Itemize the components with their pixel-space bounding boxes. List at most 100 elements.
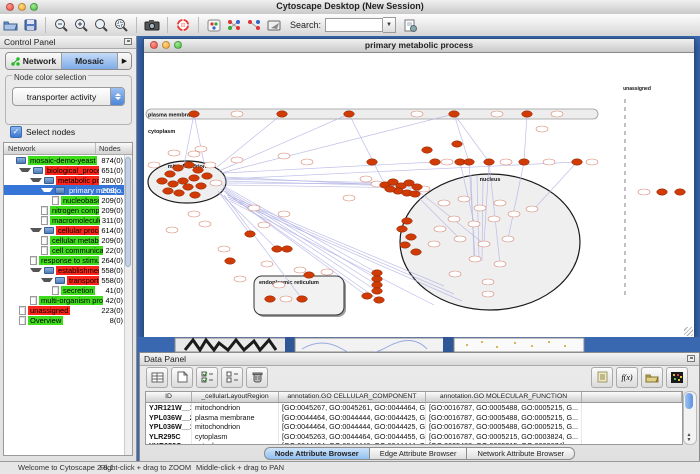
tab-mosaic[interactable]: Mosaic — [61, 53, 117, 69]
network-node[interactable] — [422, 147, 433, 153]
select-attributes-icon[interactable] — [196, 367, 218, 388]
node-label-pill[interactable] — [494, 200, 506, 206]
node-label-pill[interactable] — [261, 261, 273, 267]
node-label-pill[interactable] — [258, 222, 270, 228]
network-node[interactable] — [362, 293, 373, 299]
network-node[interactable] — [452, 141, 463, 147]
tree-row[interactable]: response to stimulu264(0) — [4, 255, 125, 265]
network-node[interactable] — [449, 111, 460, 117]
network-node[interactable] — [183, 184, 194, 190]
node-label-pill[interactable] — [248, 205, 260, 211]
network-node[interactable] — [297, 296, 308, 302]
tab-network-attribute-browser[interactable]: Network Attribute Browser — [467, 447, 575, 460]
network-node[interactable] — [277, 111, 288, 117]
network-node[interactable] — [657, 189, 668, 195]
node-label-pill[interactable] — [273, 282, 285, 288]
search-config-icon[interactable] — [400, 16, 420, 34]
search-input[interactable] — [325, 18, 383, 32]
table-scrollbar[interactable]: ▲▼ — [683, 391, 697, 445]
network-node[interactable] — [304, 272, 315, 278]
table-cell[interactable]: YKR052C — [146, 441, 192, 445]
node-label-pill[interactable] — [278, 211, 290, 217]
node-label-pill[interactable] — [166, 227, 178, 233]
node-label-pill[interactable] — [482, 291, 494, 297]
node-label-pill[interactable] — [536, 126, 548, 132]
node-label-pill[interactable] — [278, 153, 290, 159]
tree-header-network[interactable]: Network — [4, 143, 96, 154]
float-panel-icon[interactable] — [687, 355, 695, 362]
network-node[interactable] — [411, 249, 422, 255]
node-label-pill[interactable] — [210, 180, 222, 186]
select-nodes-checkbox[interactable]: ✓ — [10, 126, 22, 138]
node-label-pill[interactable] — [586, 159, 598, 165]
unselect-attributes-icon[interactable] — [221, 367, 243, 388]
attribute-batch-icon[interactable] — [591, 367, 613, 388]
table-cell[interactable]: YPL036W__1 — [146, 422, 192, 432]
table-cell[interactable]: YLR295C — [146, 432, 192, 442]
network-node[interactable] — [374, 297, 385, 303]
network-node[interactable] — [174, 190, 185, 196]
tab-overflow-arrow[interactable]: ▶ — [117, 53, 131, 69]
network-node[interactable] — [193, 167, 204, 173]
float-panel-icon[interactable] — [124, 38, 132, 45]
node-label-pill[interactable] — [508, 211, 520, 217]
network-node[interactable] — [282, 246, 293, 252]
node-label-pill[interactable] — [204, 162, 216, 168]
node-label-pill[interactable] — [280, 296, 292, 302]
tab-network[interactable]: Network — [6, 53, 61, 69]
zoom-in-icon[interactable] — [71, 16, 91, 34]
node-label-pill[interactable] — [434, 226, 446, 232]
network-node[interactable] — [400, 242, 411, 248]
node-label-pill[interactable] — [199, 221, 211, 227]
network-node[interactable] — [173, 165, 184, 171]
tree-row[interactable]: secretion41(0) — [4, 285, 125, 295]
network-node[interactable] — [190, 192, 201, 198]
color-attribute-dropdown[interactable]: transporter activity — [12, 87, 125, 106]
node-label-pill[interactable] — [551, 111, 563, 117]
table-row[interactable]: YJR121W__1mitochondrion[GO:0045267, GO:0… — [146, 403, 682, 413]
table-cell[interactable]: [GO:0016787, GO:0005488, GO:0005215, G..… — [426, 422, 582, 432]
network-view-titlebar[interactable]: primary metabolic process — [144, 39, 694, 53]
network-node[interactable] — [464, 159, 475, 165]
node-label-pill[interactable] — [360, 176, 372, 182]
layout-selected-icon[interactable] — [244, 16, 264, 34]
node-label-pill[interactable] — [234, 276, 246, 282]
node-label-pill[interactable] — [294, 267, 306, 273]
snapshot-icon[interactable] — [142, 16, 162, 34]
import-attributes-icon[interactable] — [641, 367, 663, 388]
network-node[interactable] — [410, 191, 421, 197]
tree-header-nodes[interactable]: Nodes — [96, 143, 132, 154]
network-node[interactable] — [245, 231, 256, 237]
network-node[interactable] — [402, 218, 413, 224]
table-cell[interactable]: [GO:0044464, GO:0044444, GO:0044425, G..… — [279, 413, 426, 423]
network-node[interactable] — [430, 159, 441, 165]
node-label-pill[interactable] — [469, 256, 481, 262]
network-node[interactable] — [168, 181, 179, 187]
tree-row[interactable]: multi-organism pro42(0) — [4, 295, 125, 305]
tree-row[interactable]: cellular metabo209(0) — [4, 235, 125, 245]
network-node[interactable] — [157, 178, 168, 184]
table-row[interactable]: YLR295Ccytoplasm[GO:0045263, GO:0044464,… — [146, 432, 682, 442]
table-cell[interactable]: mitochondrion — [192, 422, 279, 432]
column-header[interactable]: annotation.GO CELLULAR_COMPONENT — [279, 392, 426, 402]
node-label-pill[interactable] — [502, 236, 514, 242]
node-label-pill[interactable] — [543, 159, 555, 165]
node-label-pill[interactable] — [218, 246, 230, 252]
tab-node-attribute-browser[interactable]: Node Attribute Browser — [264, 447, 370, 460]
network-node[interactable] — [344, 111, 355, 117]
save-session-icon[interactable] — [20, 16, 40, 34]
table-cell[interactable]: [GO:0016787, GO:0005215, GO:0003824, G..… — [426, 432, 582, 442]
node-label-pill[interactable] — [301, 159, 313, 165]
network-node[interactable] — [484, 159, 495, 165]
network-node[interactable] — [522, 111, 533, 117]
node-label-pill[interactable] — [231, 111, 243, 117]
tree-row[interactable]: cellular process614(0) — [4, 225, 125, 235]
zoom-fit-icon[interactable] — [91, 16, 111, 34]
node-label-pill[interactable] — [448, 216, 460, 222]
new-attribute-icon[interactable] — [171, 367, 193, 388]
column-header[interactable]: _cellularLayoutRegion — [192, 392, 279, 402]
network-node[interactable] — [189, 175, 200, 181]
node-label-pill[interactable] — [231, 157, 243, 163]
node-label-pill[interactable] — [148, 162, 160, 168]
node-label-pill[interactable] — [454, 236, 466, 242]
